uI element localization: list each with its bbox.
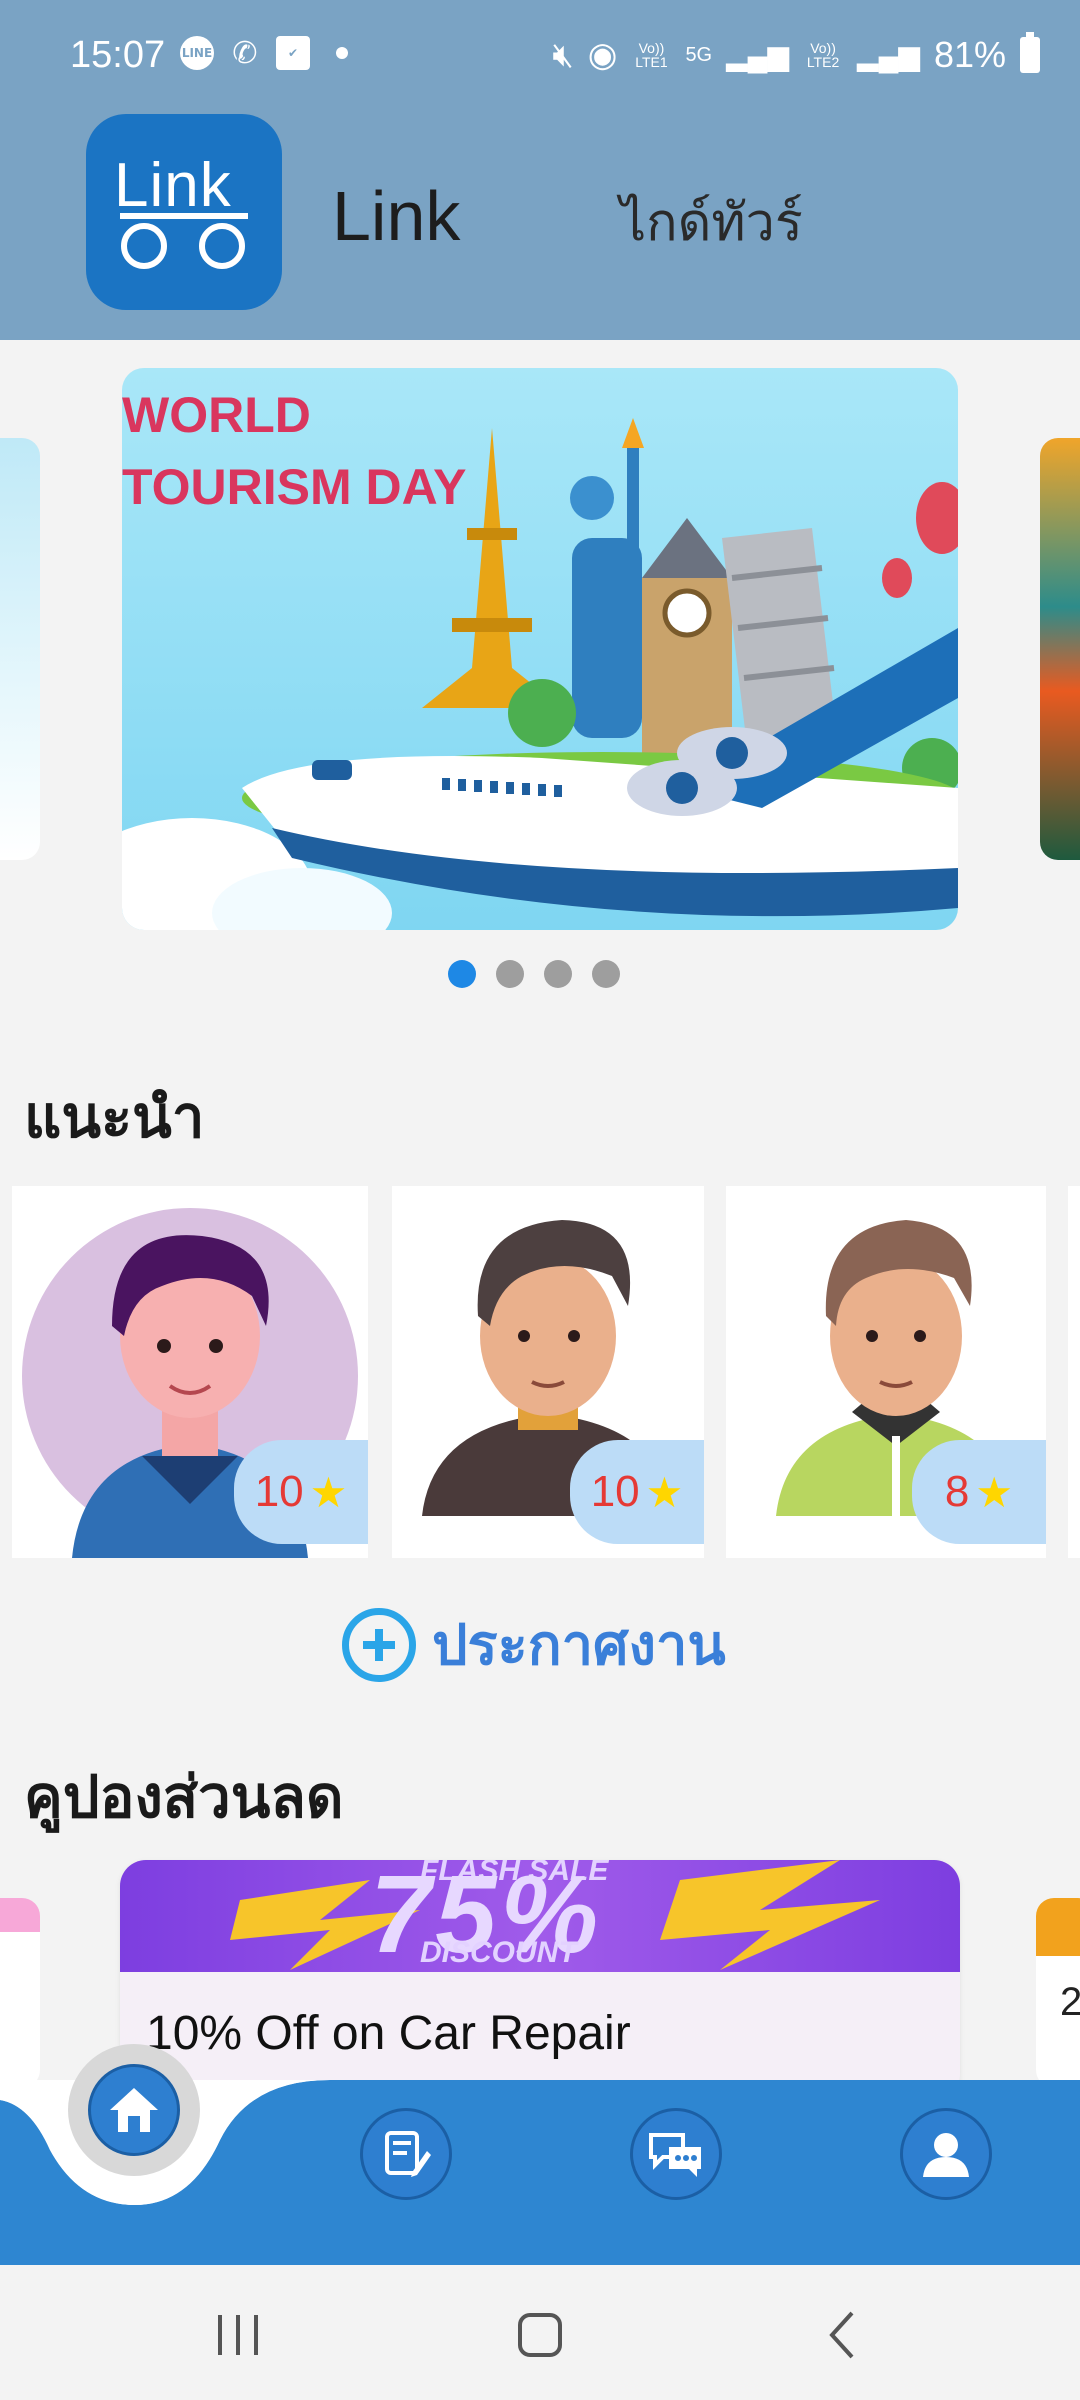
page-dot[interactable] [544, 960, 572, 988]
nav-chat-button[interactable] [630, 2108, 722, 2200]
5g-icon: 5G [685, 44, 713, 66]
banner-title-line2: TOURISM DAY [122, 459, 467, 515]
nav-profile-button[interactable] [900, 2108, 992, 2200]
status-bar: 15:07 LINE ✆ ✔ 🔇︎ ◉ Vo)) LTE1 5G ▂▄▆ Vo)… [0, 0, 1080, 120]
app-category: ไกด์ทัวร์ [620, 193, 803, 253]
logo-wheels-icon [120, 213, 248, 269]
profile-icon [923, 2133, 969, 2177]
signal2-icon: ▂▄▆ [857, 39, 920, 71]
app-logo[interactable]: Link [86, 114, 282, 310]
volte1-icon: Vo)) LTE1 [635, 40, 668, 70]
banner-prev-peek[interactable] [0, 438, 40, 860]
page-dot[interactable] [592, 960, 620, 988]
page-dot[interactable] [496, 960, 524, 988]
home-nav-icon[interactable] [518, 2313, 562, 2357]
coupon-next-peek[interactable]: 2 [1036, 1898, 1080, 2088]
star-icon: ★ [309, 1467, 348, 1517]
notification-icons: LINE ✆ ✔ [180, 35, 348, 71]
recent-apps-icon[interactable] [218, 2315, 258, 2355]
mute-icon: 🔇︎ [552, 35, 574, 74]
coupons-heading: คูปองส่วนลด [24, 1763, 344, 1831]
guide-rating-value: 10 [590, 1467, 640, 1516]
app-title: Link [332, 177, 461, 255]
chat-icon [649, 2133, 701, 2177]
banner-next-peek[interactable] [1040, 438, 1080, 860]
signal1-icon: ▂▄▆ [726, 39, 790, 71]
missed-call-icon: ✆ [232, 35, 258, 71]
banner-world-tourism-day[interactable]: WORLD TOURISM DAY [122, 368, 958, 930]
guide-rating-badge: 8 ★ [912, 1440, 1046, 1544]
star-icon: ★ [975, 1467, 1014, 1517]
volte2-icon: Vo)) LTE2 [806, 40, 840, 70]
star-icon: ★ [645, 1467, 684, 1517]
coupon-card[interactable]: FLASH SALE 75% DISCOUNT 10% Off on Car R… [120, 1860, 960, 2100]
app-header: 15:07 LINE ✆ ✔ 🔇︎ ◉ Vo)) LTE1 5G ▂▄▆ Vo)… [0, 0, 1080, 340]
travel-illustration [122, 418, 958, 930]
guide-rating-value: 8 [944, 1467, 970, 1516]
recommended-heading: แนะนำ [24, 1083, 205, 1151]
nav-home[interactable] [68, 2044, 200, 2176]
home-icon [110, 2088, 158, 2132]
check-icon: ✔ [276, 36, 310, 70]
coupon-next-peek-text: 2 [1060, 1980, 1080, 2024]
banner-pagination [448, 960, 620, 988]
post-job-button[interactable]: ประกาศงาน [342, 1600, 726, 1689]
back-icon[interactable] [829, 2311, 854, 2359]
banner-title-line1: WORLD [122, 387, 311, 443]
post-edit-icon [385, 2131, 431, 2177]
guide-rating-badge: 10 ★ [570, 1440, 704, 1544]
coupon-banner-bottom: DISCOUNT [420, 1936, 577, 1969]
guide-card-peek[interactable] [1068, 1186, 1080, 1558]
nav-post-button[interactable] [360, 2108, 452, 2200]
battery-level: 81% [933, 34, 1006, 75]
status-indicators: 🔇︎ ◉ Vo)) LTE1 5G ▂▄▆ Vo)) LTE2 ▂▄▆ 81% [552, 32, 1040, 76]
battery-icon [1020, 32, 1040, 73]
guide-rating-value: 10 [254, 1467, 304, 1516]
guide-card[interactable]: 10 ★ [12, 1186, 368, 1558]
nav-home-button[interactable] [88, 2064, 180, 2156]
line-icon: LINE [180, 36, 214, 70]
post-job-label: ประกาศงาน [432, 1613, 726, 1678]
guide-card[interactable]: 10 ★ [392, 1186, 704, 1558]
guide-card[interactable]: 8 ★ [726, 1186, 1046, 1558]
plus-circle-icon [342, 1607, 416, 1682]
guide-rating-badge: 10 ★ [234, 1440, 368, 1544]
status-time: 15:07 [70, 34, 166, 76]
page-dot[interactable] [448, 960, 476, 988]
more-notifications-dot [336, 47, 348, 59]
coupon-banner: FLASH SALE 75% DISCOUNT [120, 1860, 960, 1972]
coupon-prev-peek[interactable] [0, 1898, 40, 2088]
coupon-title: 10% Off on Car Repair [146, 2007, 631, 2060]
system-nav-bar [0, 2265, 1080, 2400]
hotspot-icon: ◉ [587, 36, 618, 74]
